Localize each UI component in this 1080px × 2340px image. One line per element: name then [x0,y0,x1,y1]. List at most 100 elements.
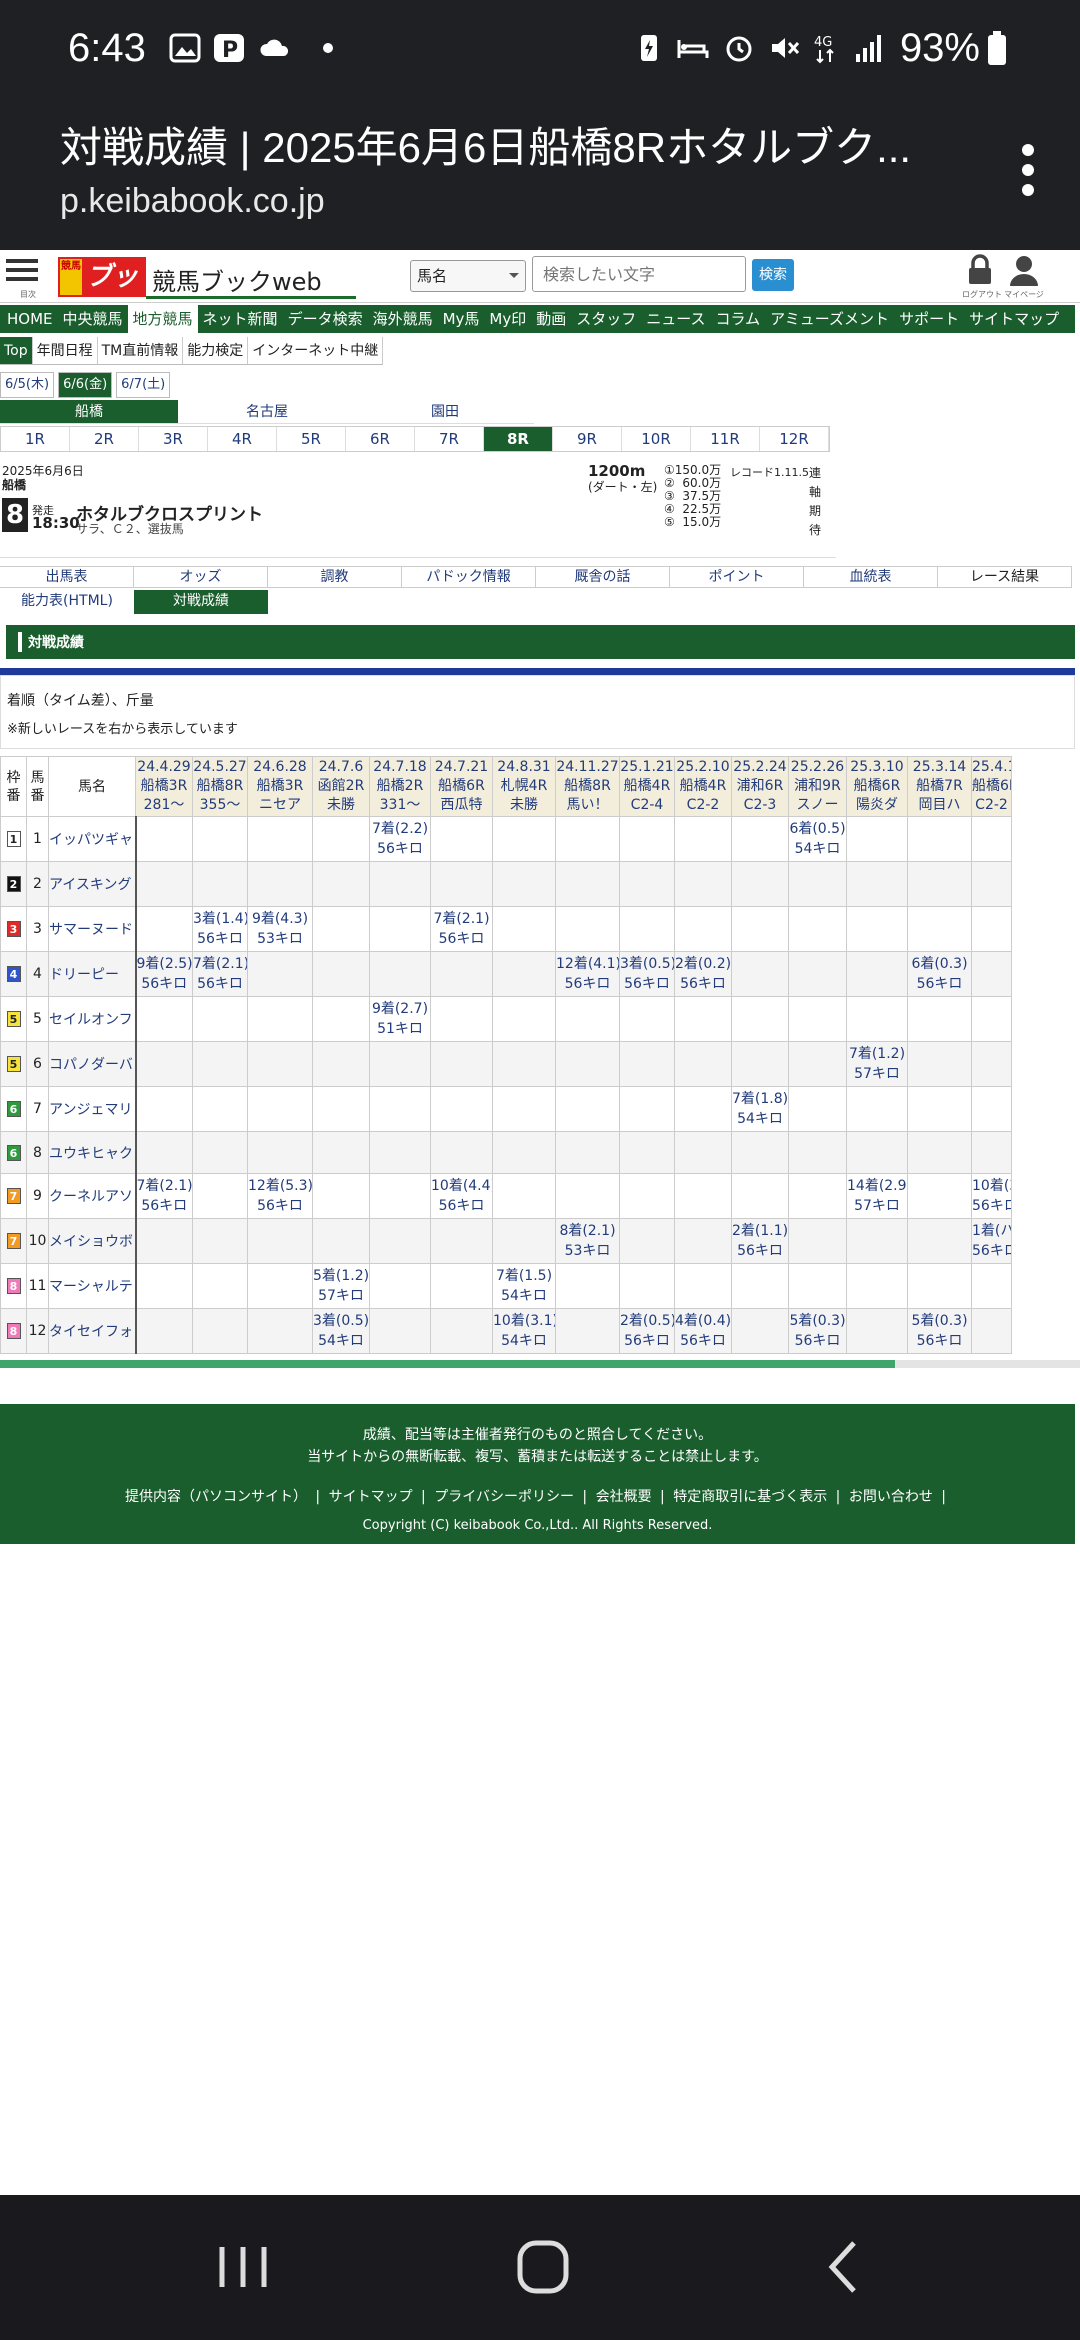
subnav-item[interactable]: 能力検定 [183,337,249,364]
footer-link[interactable]: 会社概要 [596,1489,652,1505]
col-header-race[interactable]: 24.11.27 船橋8R 馬い！ [555,756,620,817]
col-header-race[interactable]: 24.5.27 船橋8R 355～ [192,756,248,817]
result-cell[interactable]: 7着(2.2) 56キロ [369,816,431,862]
result-cell[interactable]: 3着(1.4) 56キロ [192,906,248,952]
result-cell[interactable]: 9着(4.3) 53キロ [247,906,313,952]
result-cell[interactable]: 6着(0.3) 56キロ [907,951,972,997]
logout-button[interactable]: ログアウト [962,254,1002,300]
subnav-item[interactable]: 年間日程 [33,337,98,364]
footer-link[interactable]: お問い合わせ [849,1489,933,1505]
col-header-race[interactable]: 24.7.21 船橋6R 西瓜特 [430,756,493,817]
horse-name-link[interactable]: クーネルアソ [48,1173,137,1219]
result-cell[interactable]: 2着(0.5) 56キロ [619,1308,675,1354]
result-cell[interactable]: 10着(3.6) 56キロ [971,1173,1012,1219]
search-type-select[interactable]: 馬名 [410,260,526,292]
result-cell[interactable]: 2着(0.2) 56キロ [674,951,732,997]
horse-name-link[interactable]: アンジェマリ [48,1086,137,1132]
result-cell[interactable]: 1着(ハナ) 56キロ [971,1218,1012,1264]
nav-item[interactable]: HOME [2,305,58,333]
result-cell[interactable]: 5着(0.3) 56キロ [788,1308,847,1354]
nav-item[interactable]: ニュース [641,305,710,333]
nav-item[interactable]: My印 [484,305,531,333]
result-cell[interactable]: 9着(2.5) 56キロ [135,951,193,997]
result-cell[interactable]: 12着(5.3) 56キロ [247,1173,313,1219]
result-cell[interactable]: 10着(3.1) 54キロ [492,1308,556,1354]
race-tab[interactable]: 5R [277,427,346,451]
venue-tab[interactable]: 船橋 [0,400,178,424]
race-tab[interactable]: 12R [760,427,829,451]
race-menu-tab[interactable]: 調教 [268,567,402,587]
race-tab[interactable]: 2R [70,427,139,451]
footer-link[interactable]: プライバシーポリシー [434,1489,574,1505]
horse-name-link[interactable]: メイショウボ [48,1218,137,1264]
result-cell[interactable]: 5着(1.2) 57キロ [312,1263,370,1309]
nav-item[interactable]: 中央競馬 [58,305,128,333]
horse-name-link[interactable]: セイルオンフ [48,996,137,1042]
footer-link[interactable]: サイトマップ [329,1489,413,1505]
subnav-item[interactable]: インターネット中継 [248,337,384,364]
subnav-item[interactable]: TM直前情報 [98,337,184,364]
horse-name-link[interactable]: アイスキング [48,861,137,907]
horizontal-scrollbar[interactable] [0,1360,1080,1368]
result-cell[interactable]: 8着(2.1) 53キロ [555,1218,620,1264]
col-header-race[interactable]: 25.3.10 船橋6R 陽炎ダ [846,756,908,817]
footer-link[interactable]: 特定商取引に基づく表示 [673,1489,827,1505]
result-cell[interactable]: 14着(2.9) 57キロ [846,1173,908,1219]
col-header-race[interactable]: 24.7.18 船橋2R 331～ [369,756,431,817]
horse-name-link[interactable]: ユウキヒャク [48,1131,137,1174]
result-cell[interactable]: 3着(0.5) 56キロ [619,951,675,997]
recent-apps-icon[interactable] [208,2235,278,2299]
more-options-icon[interactable] [1016,140,1040,200]
nav-item[interactable]: 動画 [531,305,571,333]
home-icon[interactable] [508,2235,578,2299]
race-menu-tab[interactable]: レース結果 [938,567,1072,587]
nav-item[interactable]: 地方競馬 [127,305,198,333]
race-tab[interactable]: 10R [622,427,691,451]
race-menu-tab[interactable]: 能力表(HTML) [0,590,134,614]
nav-item[interactable]: コラム [711,305,766,333]
result-cell[interactable]: 10着(4.4) 56キロ [430,1173,493,1219]
col-header-race[interactable]: 25.2.26 浦和9R スノー [788,756,847,817]
matchup-table-wrapper[interactable]: 枠 番馬 番馬名 24.4.29 船橋3R 281～ 24.5.27 船橋8R 355～ 24… [0,756,1080,1356]
result-cell[interactable]: 3着(0.5) 54キロ [312,1308,370,1354]
race-tab[interactable]: 7R [415,427,484,451]
site-logo[interactable]: 競馬ブック [58,257,146,332]
col-header-race[interactable]: 25.4.1 船橋6R C2-2 [971,756,1012,817]
col-header-race[interactable]: 24.6.28 船橋3R ニセア [247,756,313,817]
nav-item[interactable]: サイトマップ [964,305,1064,333]
result-cell[interactable]: 7着(1.8) 54キロ [731,1086,789,1132]
date-tab[interactable]: 6/7(土) [116,372,171,398]
result-cell[interactable]: 7着(2.1) 56キロ [135,1173,193,1219]
race-tab[interactable]: 8R [484,427,553,451]
result-cell[interactable]: 12着(4.1) 56キロ [555,951,620,997]
result-cell[interactable]: 6着(0.5) 54キロ [788,816,847,862]
horse-name-link[interactable]: イッパツギャ [48,816,137,862]
race-tab[interactable]: 11R [691,427,760,451]
nav-item[interactable]: データ検索 [283,305,368,333]
horse-name-link[interactable]: マーシャルテ [48,1263,137,1309]
url-bar[interactable]: p.keibabook.co.jp [60,182,325,221]
race-menu-tab[interactable]: 厩舎の話 [536,567,670,587]
race-tab[interactable]: 9R [553,427,622,451]
horse-name-link[interactable]: サマーヌード [48,906,137,952]
col-header-race[interactable]: 24.7.6 函館2R 未勝 [312,756,370,817]
result-cell[interactable]: 9着(2.7) 51キロ [369,996,431,1042]
race-tab[interactable]: 1R [1,427,70,451]
venue-tab[interactable]: 名古屋 [178,400,356,424]
horse-name-link[interactable]: ドリーピー [48,951,137,997]
race-menu-tab[interactable]: パドック情報 [402,567,536,587]
result-cell[interactable]: 7着(2.1) 56キロ [430,906,493,952]
nav-item[interactable]: スタッフ [571,305,641,333]
back-icon[interactable] [810,2235,880,2299]
venue-tab[interactable]: 園田 [356,400,534,424]
race-menu-tab[interactable]: 対戦成績 [134,590,268,614]
col-header-race[interactable]: 24.4.29 船橋3R 281～ [135,756,193,817]
result-cell[interactable]: 7着(1.2) 57キロ [846,1041,908,1087]
col-header-race[interactable]: 25.1.21 船橋4R C2-4 [619,756,675,817]
menu-icon[interactable]: 目次 [4,254,40,300]
date-tab[interactable]: 6/6(金) [58,372,113,398]
race-tab[interactable]: 4R [208,427,277,451]
result-cell[interactable]: 7着(1.5) 54キロ [492,1263,556,1309]
result-cell[interactable]: 5着(0.3) 56キロ [907,1308,972,1354]
race-tab[interactable]: 3R [139,427,208,451]
